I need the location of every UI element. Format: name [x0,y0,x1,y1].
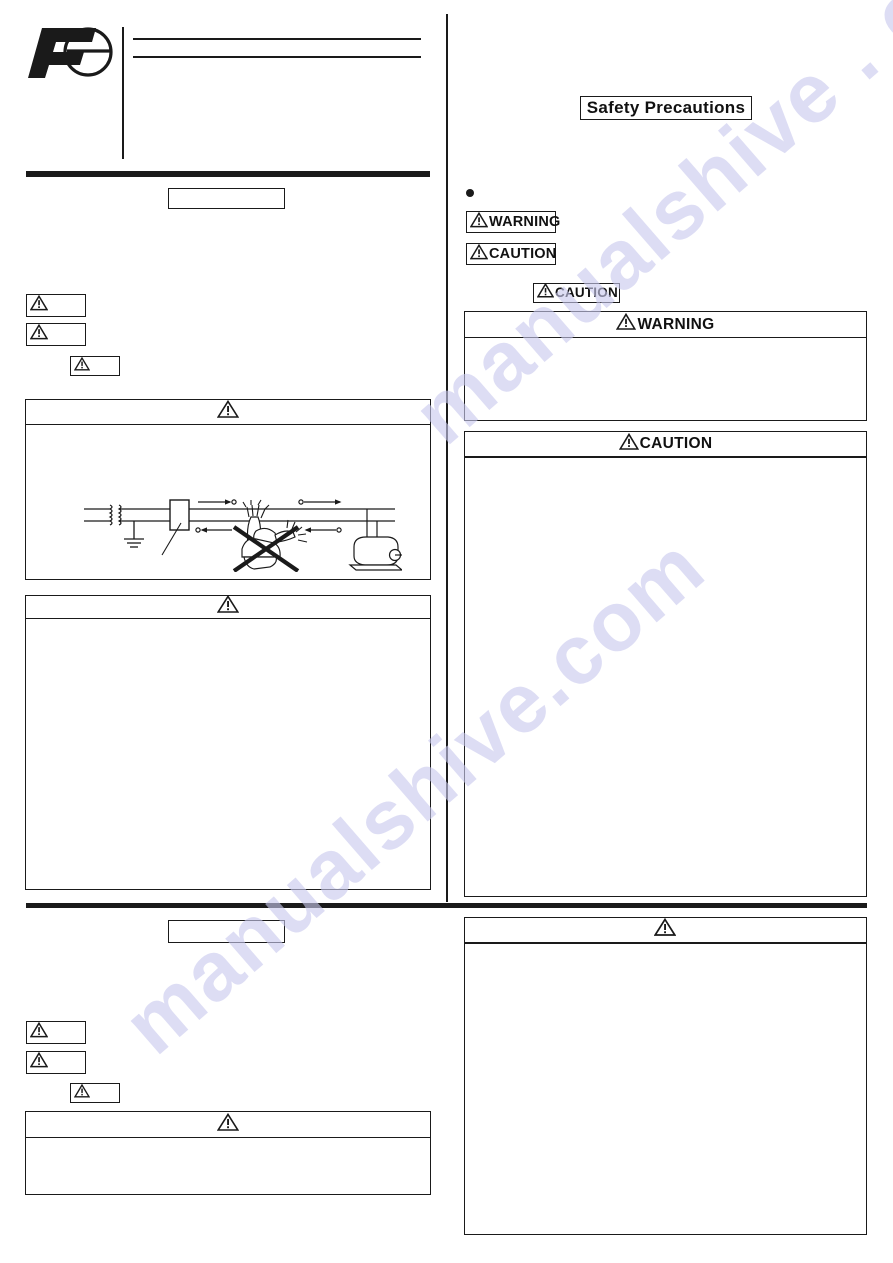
left-bottom-body-text [26,955,430,1015]
left-bottom-section-title-box [168,920,285,943]
left-top-caution-inline-chip [70,356,120,376]
left-top-caution-chip [26,323,86,346]
header-title-line-1 [136,40,421,55]
logo-divider-vertical [122,27,124,159]
right-warning-chip: WARNING [466,211,560,233]
warning-triangle-icon [469,211,489,233]
warning-triangle-icon [216,399,239,424]
electric-shock-hazard-wiring-diagram [82,487,404,573]
column-divider-vertical [446,14,448,902]
left-bottom-caution-inline-chip [70,1083,120,1103]
right-intro-text [466,140,866,180]
right-caution-chip: CAUTION [466,243,556,265]
left-illustration-frame-header [26,399,430,425]
warning-triangle-icon [73,356,91,376]
transformer-coil-symbol [108,504,122,526]
warning-triangle-icon [653,917,677,942]
right-caution-frame: CAUTION [464,431,867,897]
left-notes-frame-top [25,594,431,890]
warning-triangle-icon [29,1021,49,1043]
warning-triangle-icon [73,1083,91,1103]
right-bottom-frame-body [465,944,866,1234]
right-caution-frame-header: CAUTION [465,432,866,458]
right-bottom-frame [464,917,867,1235]
right-caution-frame-heading: CAUTION [639,435,713,453]
warning-triangle-icon [216,594,239,619]
motor-symbol [348,509,404,571]
right-warning-frame-heading: WARNING [637,315,715,333]
manual-page: Safety Precautions WARNING CAUTION CAUTI… [0,0,893,1263]
right-bottom-frame-header [465,917,866,944]
left-section-rule-top [26,171,430,177]
warning-triangle-icon [216,1112,239,1137]
header-subtitle [136,60,421,150]
right-warning-label: WARNING [489,213,561,230]
left-notes-frame-top-body [26,619,430,887]
page-section-rule-middle [26,903,867,908]
right-caution-inline-chip: CAUTION [533,282,620,303]
right-bullet-note [482,185,866,201]
right-caution-frame-body [465,458,866,896]
warning-triangle-icon [29,323,49,345]
left-illustration-frame [25,399,431,580]
left-bottom-warning-chip [26,1021,86,1044]
bullet-point-icon [466,189,474,197]
warning-triangle-icon [616,312,637,336]
right-warning-frame: WARNING [464,311,867,421]
header-title-rule-2 [133,56,421,58]
warning-triangle-icon [536,282,555,303]
left-top-section-title-box [168,188,285,209]
warning-triangle-icon [469,243,489,265]
left-top-body-text [26,222,430,284]
fuji-electric-fe-logo [22,22,120,84]
left-illustration-frame-body [26,425,430,577]
right-warning-frame-header: WARNING [465,312,866,338]
left-notes-frame-bottom-header [26,1112,430,1138]
left-top-warning-chip [26,294,86,317]
page-title: Safety Precautions [586,98,746,117]
right-warning-frame-body [465,338,866,420]
ground-earth-symbol [124,521,144,548]
right-caution-inline-label: CAUTION [555,285,618,301]
warning-triangle-icon [29,1051,49,1073]
warning-triangle-icon [618,432,639,456]
left-bottom-caution-chip [26,1051,86,1074]
right-caution-label: CAUTION [489,245,557,262]
page-title-box: Safety Precautions [580,96,752,120]
left-notes-frame-bottom [25,1111,431,1195]
left-notes-frame-top-header [26,594,430,619]
warning-triangle-icon [29,294,49,316]
left-notes-frame-bottom-body [26,1138,430,1194]
